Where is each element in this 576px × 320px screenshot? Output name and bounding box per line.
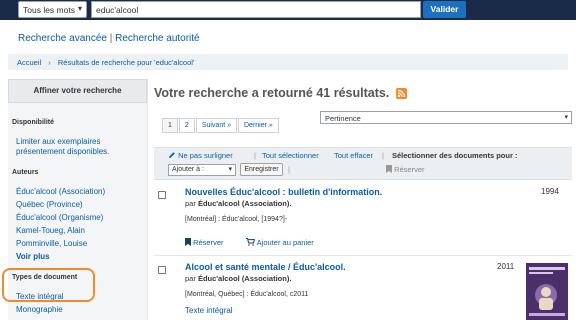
result-title-link[interactable]: Nouvelles Éduc'alcool : bulletin d'infor… <box>185 187 382 197</box>
search-button[interactable]: Valider <box>423 1 466 18</box>
advanced-search-link[interactable]: Recherche avancée <box>18 33 107 44</box>
add-to-select[interactable]: Ajouter à : ▾ <box>168 164 236 176</box>
result-author: Éduc'alcool (Association). <box>197 199 292 208</box>
page-2[interactable]: 2 <box>178 118 195 133</box>
clear-all-link[interactable]: Tout effacer <box>334 151 373 160</box>
facet-availability-link[interactable]: Limiter aux exemplaires présentement dis… <box>16 137 136 157</box>
results-toolbar: Ne pas surligner | Tout sélectionner Tou… <box>154 147 572 180</box>
result-item: Nouvelles Éduc'alcool : bulletin d'infor… <box>154 183 572 253</box>
facet-doctype-item[interactable]: Monographie <box>16 305 63 315</box>
page-1[interactable]: 1 <box>162 118 178 133</box>
result-by: par <box>185 199 196 208</box>
facet-title-authors: Auteurs <box>12 169 39 176</box>
sort-select[interactable]: Pertinence ▾ <box>320 111 572 124</box>
search-scope-select[interactable]: Tous les mots ▾ <box>18 1 87 18</box>
reserve-selected-label: Réserver <box>394 165 425 174</box>
select-all-link[interactable]: Tout sélectionner <box>262 151 319 160</box>
reserve-button[interactable]: Réserver <box>185 238 224 248</box>
authority-search-link[interactable]: Recherche autorité <box>115 33 200 44</box>
result-item: Alcool et santé mentale / Éduc'alcool. 2… <box>154 258 572 320</box>
rss-icon[interactable] <box>396 88 407 99</box>
facet-author-item[interactable]: Éduc'alcool (Organisme) <box>16 213 103 223</box>
breadcrumb-current[interactable]: Résultats de recherche pour 'educ'alcool… <box>58 58 194 67</box>
add-to-cart-label: Ajouter au panier <box>256 238 314 247</box>
facet-author-item[interactable]: Pomminville, Louise <box>16 239 87 249</box>
bookmark-icon <box>185 238 191 248</box>
show-more-authors-link[interactable]: Voir plus <box>16 252 50 261</box>
select-docs-label: Sélectionner des documents pour : <box>392 151 518 160</box>
toolbar-separator: | <box>288 165 290 174</box>
search-input[interactable]: educ'alcool <box>91 1 421 18</box>
result-publication: [Montréal] : Éduc'alcool, [1994?]- <box>185 216 288 223</box>
result-by: par <box>185 274 196 283</box>
result-divider <box>154 255 572 256</box>
facet-author-item[interactable]: Québec (Province) <box>16 200 83 210</box>
facet-author-item[interactable]: Kamel-Toueg, Alain <box>16 226 85 236</box>
page-last[interactable]: Dernier » <box>238 118 279 133</box>
refine-heading: Affiner votre recherche <box>8 79 147 103</box>
fulltext-link[interactable]: Texte intégral <box>185 306 233 315</box>
pencil-icon <box>168 151 176 161</box>
chevron-down-icon: ▾ <box>564 114 568 121</box>
save-button[interactable]: Enregistrer <box>240 163 283 176</box>
facet-author-item[interactable]: Éduc'alcool (Association) <box>16 187 105 197</box>
cart-icon <box>246 238 256 248</box>
result-year: 1994 <box>541 187 559 196</box>
chevron-down-icon: ▾ <box>77 4 82 13</box>
result-publication: [Montréal, Québec] : Éduc'alcool, c2011 <box>185 291 309 298</box>
book-cover-thumbnail[interactable] <box>526 263 568 320</box>
reserve-selected-action: Réserver <box>386 165 425 175</box>
result-author: Éduc'alcool (Association). <box>197 274 292 283</box>
no-highlight-link[interactable]: Ne pas surligner <box>178 151 233 160</box>
toolbar-separator: | <box>382 151 384 160</box>
breadcrumb-home[interactable]: Accueil <box>17 58 41 67</box>
reserve-label: Réserver <box>193 238 224 247</box>
add-to-cart-button[interactable]: Ajouter au panier <box>246 238 314 248</box>
top-search-bar: Tous les mots ▾ educ'alcool Valider <box>0 0 576 20</box>
results-heading: Votre recherche a retourné 41 résultats. <box>154 86 390 100</box>
page-next[interactable]: Suivant » <box>195 118 237 133</box>
result-title-link[interactable]: Alcool et santé mentale / Éduc'alcool. <box>185 262 346 272</box>
sort-value: Pertinence <box>325 114 361 123</box>
pagination: 1 2 Suivant » Dernier » <box>162 118 279 133</box>
facet-title-availability: Disponibilité <box>12 119 54 126</box>
no-highlight-action[interactable]: Ne pas surligner <box>168 151 233 161</box>
result-checkbox[interactable] <box>158 266 166 274</box>
breadcrumb: Accueil › Résultats de recherche pour 'e… <box>8 54 568 70</box>
toolbar-separator: | <box>254 151 256 160</box>
result-checkbox[interactable] <box>158 191 166 199</box>
search-scope-label: Tous les mots <box>23 5 75 15</box>
doctype-highlight-annotation <box>2 268 95 302</box>
add-to-label: Ajouter à : <box>172 166 204 173</box>
link-separator: | <box>109 33 113 44</box>
breadcrumb-arrow-icon: › <box>48 58 51 67</box>
search-mode-links: Recherche avancée | Recherche autorité <box>18 33 200 44</box>
bookmark-icon <box>386 165 392 175</box>
chevron-down-icon: ▾ <box>228 166 232 173</box>
result-year: 2011 <box>497 262 515 271</box>
